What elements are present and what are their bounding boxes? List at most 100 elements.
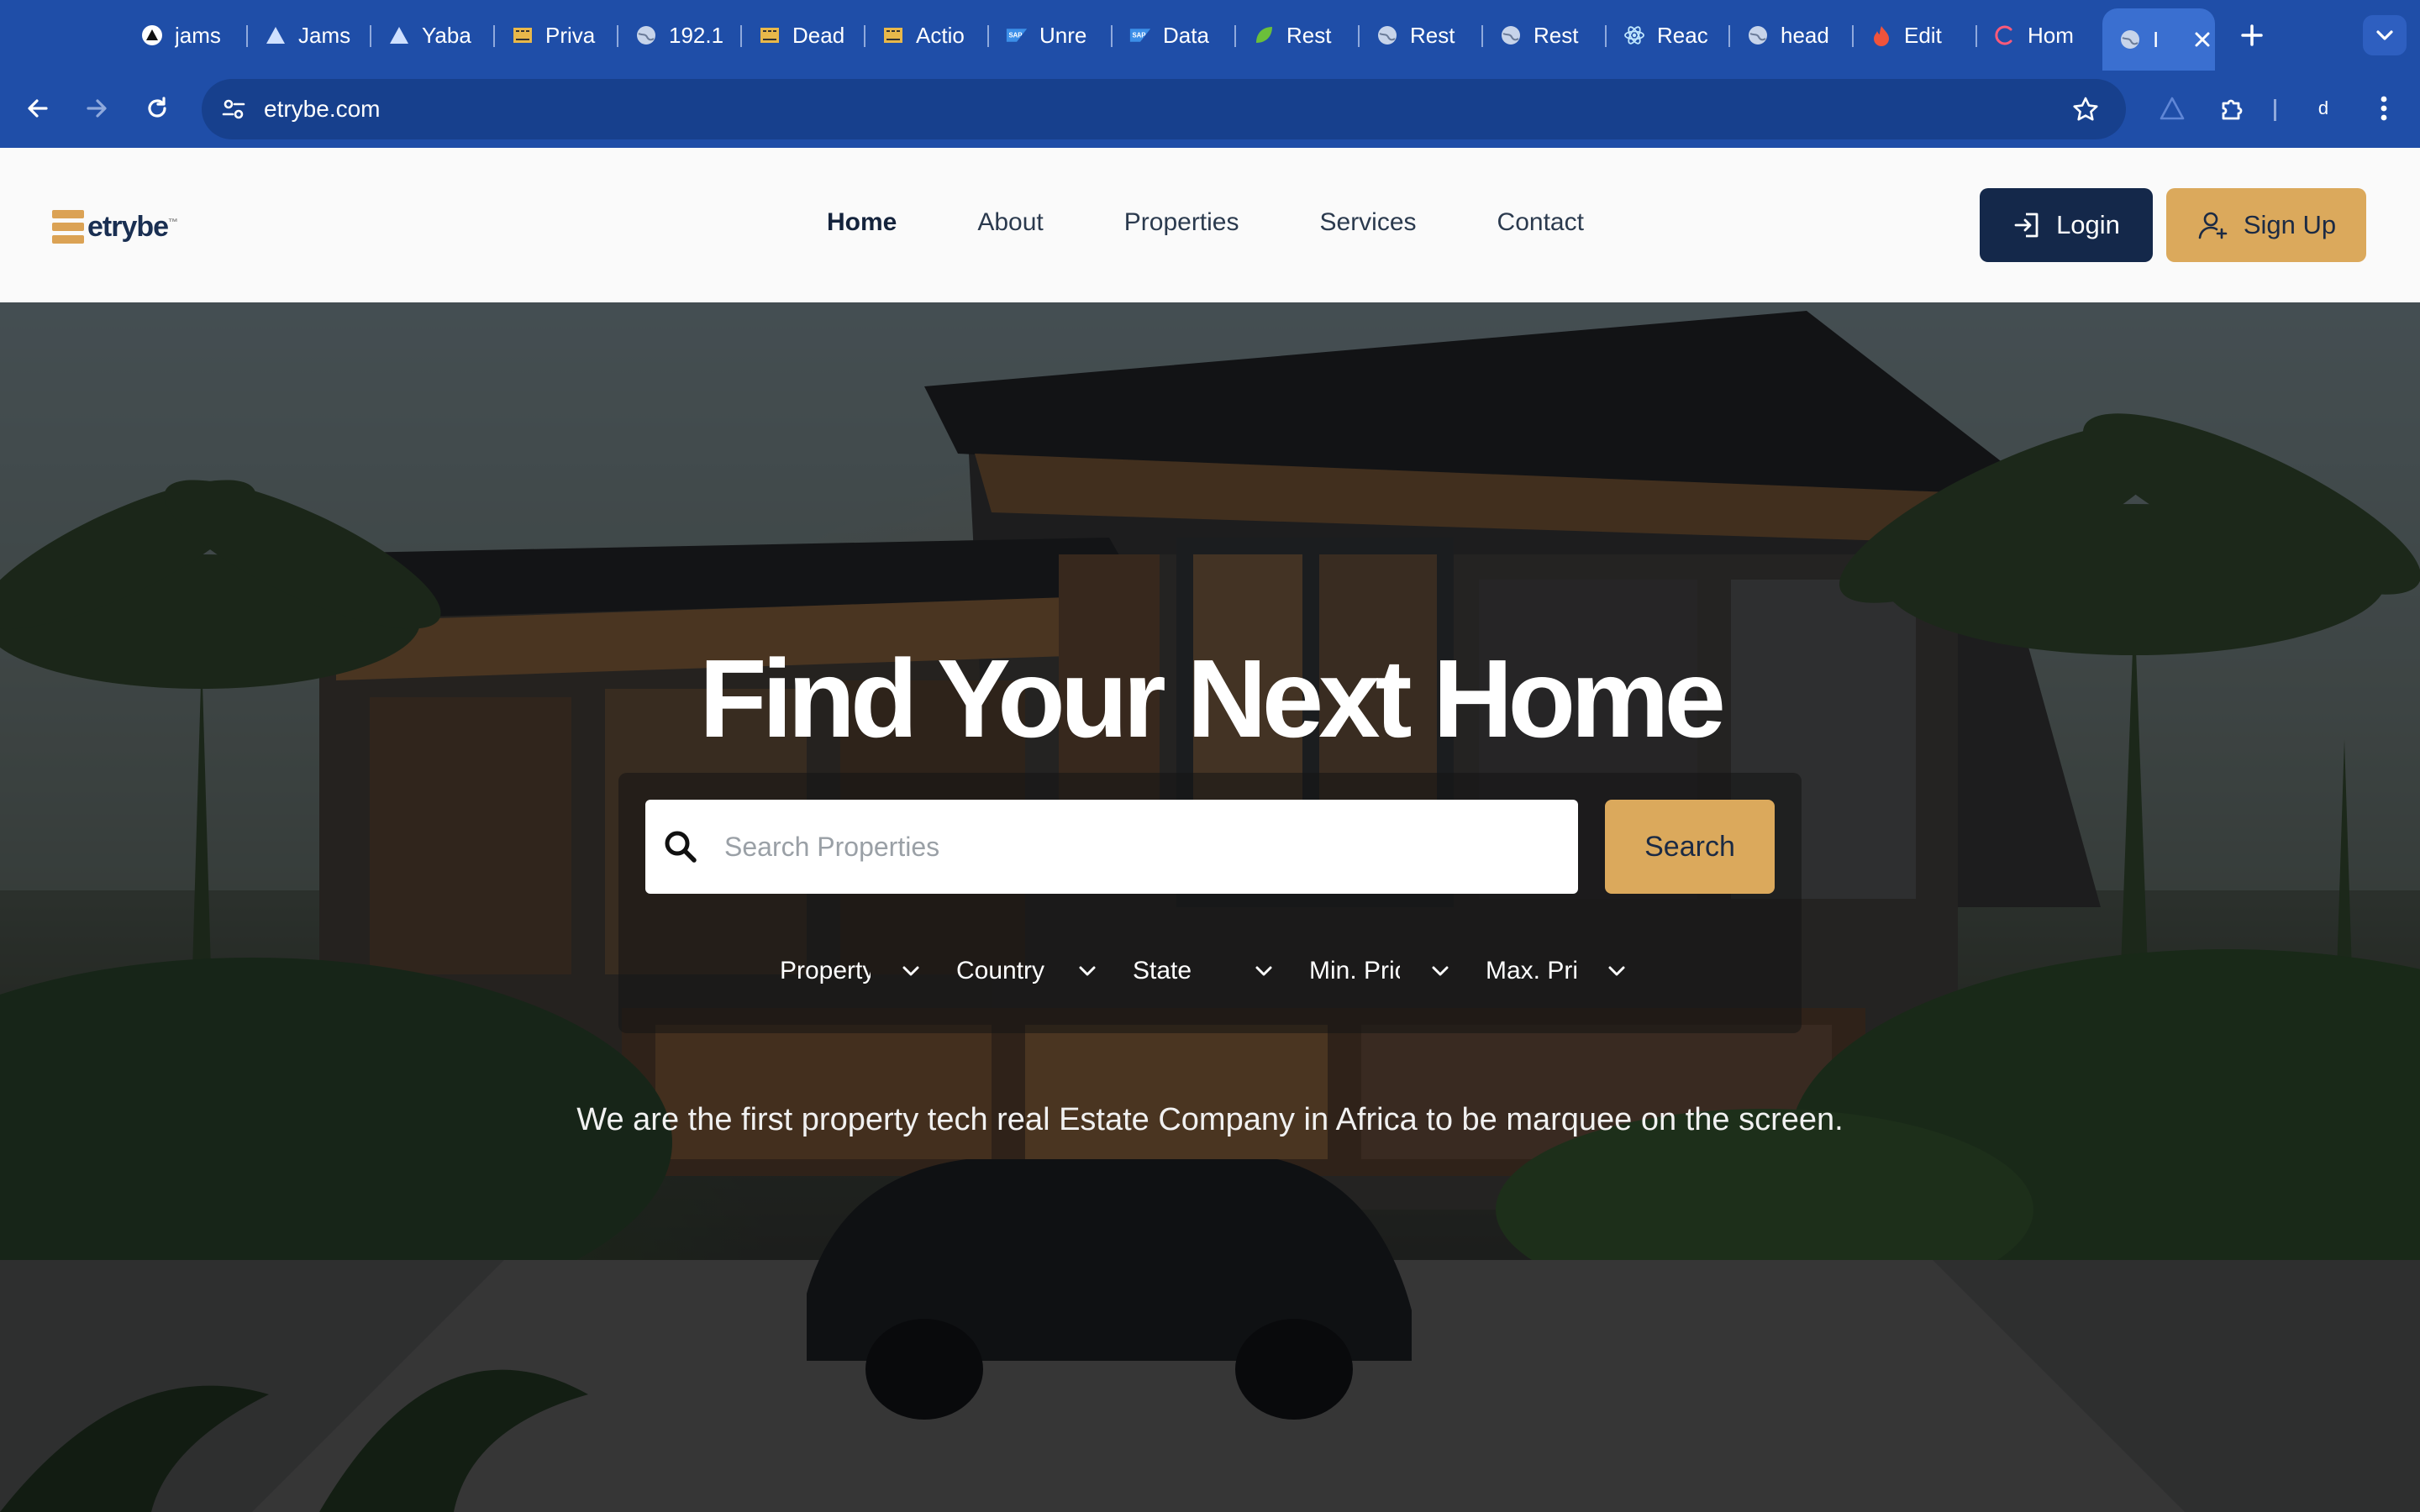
sap-icon: SAP — [1129, 24, 1151, 46]
signup-label: Sign Up — [2243, 210, 2337, 239]
browser-tab-bar: jams Jams Yaba Priva 192.1 Dead Actio SAP Unre SA… — [0, 0, 2420, 71]
browser-tab[interactable]: Jams — [248, 12, 371, 59]
globe-icon — [1747, 24, 1769, 46]
profile-avatar[interactable]: d — [2302, 87, 2344, 129]
filter-label: Country — [956, 957, 1045, 984]
logo-text: etrybe™ — [87, 210, 178, 243]
login-button[interactable]: Login — [1980, 188, 2153, 262]
filter-label: Max. Price — [1486, 957, 1576, 984]
extensions-button[interactable] — [2212, 87, 2254, 129]
min-price-select[interactable]: Min. Price — [1309, 948, 1486, 995]
globe-icon — [635, 24, 657, 46]
search-button[interactable]: Search — [1605, 800, 1775, 894]
filter-bar: Property Country State Min. Price Max. P… — [780, 948, 1662, 995]
login-label: Login — [2056, 210, 2120, 239]
country-select[interactable]: Country — [956, 948, 1133, 995]
browser-tab[interactable]: Reac — [1607, 12, 1729, 59]
nav-link-services[interactable]: Services — [1320, 208, 1417, 237]
filter-label: Property — [780, 957, 871, 984]
movie-icon — [759, 24, 781, 46]
search-input[interactable] — [724, 820, 1548, 874]
browser-tab[interactable]: 192.1 — [618, 12, 741, 59]
browser-tab[interactable]: Rest — [1483, 12, 1606, 59]
browser-tab[interactable]: Actio — [865, 12, 988, 59]
browser-tab[interactable]: Dead — [742, 12, 865, 59]
tab-title: Rest — [1286, 22, 1332, 48]
site-info-button[interactable] — [215, 91, 252, 128]
sap-icon: SAP — [1006, 24, 1028, 46]
browser-tab[interactable]: Edit — [1854, 12, 1976, 59]
movie-icon — [882, 24, 904, 46]
globe-icon — [1500, 24, 1522, 46]
flame-icon — [1870, 24, 1892, 46]
browser-toolbar: etrybe.com d — [0, 71, 2420, 148]
nav-link-home[interactable]: Home — [827, 208, 897, 237]
browser-tab[interactable]: Priva — [495, 12, 618, 59]
browser-menu-button[interactable] — [2363, 87, 2405, 129]
star-icon — [2073, 97, 2098, 121]
chevron-down-icon — [1600, 960, 1634, 982]
tab-title: Actio — [916, 22, 965, 48]
triangle-circle-icon — [141, 24, 163, 46]
close-tab-icon[interactable] — [2193, 30, 2212, 49]
browser-tab[interactable]: SAP Data — [1113, 12, 1235, 59]
reload-button[interactable] — [136, 87, 178, 129]
react-icon — [1623, 24, 1645, 46]
browser-tab[interactable]: Rest — [1236, 12, 1359, 59]
browser-tab[interactable]: Rest — [1360, 12, 1482, 59]
svg-text:SAP: SAP — [1008, 32, 1022, 39]
filter-label: State — [1133, 957, 1192, 984]
chevron-down-icon — [894, 960, 928, 982]
tune-icon — [222, 99, 245, 119]
tab-title: Edit — [1904, 22, 1942, 48]
nav-link-contact[interactable]: Contact — [1497, 208, 1584, 237]
movie-icon — [512, 24, 534, 46]
tab-title: I — [2153, 26, 2160, 52]
site-logo[interactable]: etrybe™ — [52, 207, 178, 247]
tab-title: jams — [175, 22, 221, 48]
signup-button[interactable]: Sign Up — [2166, 188, 2366, 262]
tab-title: head — [1781, 22, 1829, 48]
c-icon — [1994, 24, 2016, 46]
arrow-right-icon — [87, 99, 107, 118]
url-text[interactable]: etrybe.com — [264, 96, 381, 123]
forward-button[interactable] — [76, 87, 118, 129]
tab-title: Rest — [1534, 22, 1579, 48]
nav-link-properties[interactable]: Properties — [1124, 208, 1239, 237]
tab-title: Rest — [1410, 22, 1455, 48]
puzzle-icon — [2222, 99, 2243, 120]
browser-tab[interactable]: SAP Unre — [989, 12, 1112, 59]
browser-tab[interactable]: head — [1730, 12, 1853, 59]
back-button[interactable] — [17, 87, 59, 129]
address-bar[interactable]: etrybe.com — [202, 79, 2126, 139]
tab-title: Data — [1163, 22, 1209, 48]
tab-search-button[interactable] — [2363, 15, 2407, 55]
tab-title: Hom — [2028, 22, 2074, 48]
search-icon — [665, 831, 697, 863]
tab-title: Yaba — [422, 22, 471, 48]
nav-link-about[interactable]: About — [977, 208, 1043, 237]
tab-title: Dead — [792, 22, 845, 48]
bookmark-button[interactable] — [2067, 91, 2104, 128]
tab-title: Unre — [1039, 22, 1087, 48]
tab-title: Jams — [298, 22, 351, 48]
chevron-down-icon — [2376, 30, 2393, 40]
site-header: etrybe™ Home About Properties Services C… — [0, 148, 2420, 302]
browser-tab[interactable]: Hom — [1977, 12, 2100, 59]
chevron-down-icon — [1071, 960, 1104, 982]
main-nav: Home About Properties Services Contact — [827, 208, 1584, 237]
extension-triangle-button[interactable] — [2151, 87, 2193, 129]
state-select[interactable]: State — [1133, 948, 1309, 995]
triangle-icon — [388, 24, 410, 46]
globe-icon — [1376, 24, 1398, 46]
max-price-select[interactable]: Max. Price — [1486, 948, 1662, 995]
logo-mark-icon — [52, 210, 84, 244]
browser-tab[interactable]: I — [2102, 8, 2215, 71]
hero-title: Find Your Next Home — [699, 637, 1726, 760]
browser-tab[interactable]: jams — [124, 12, 247, 59]
property-type-select[interactable]: Property — [780, 948, 956, 995]
search-box[interactable] — [645, 800, 1578, 894]
tab-title: Reac — [1657, 22, 1708, 48]
browser-tab[interactable]: Yaba — [371, 12, 494, 59]
new-tab-button[interactable] — [2232, 15, 2272, 55]
